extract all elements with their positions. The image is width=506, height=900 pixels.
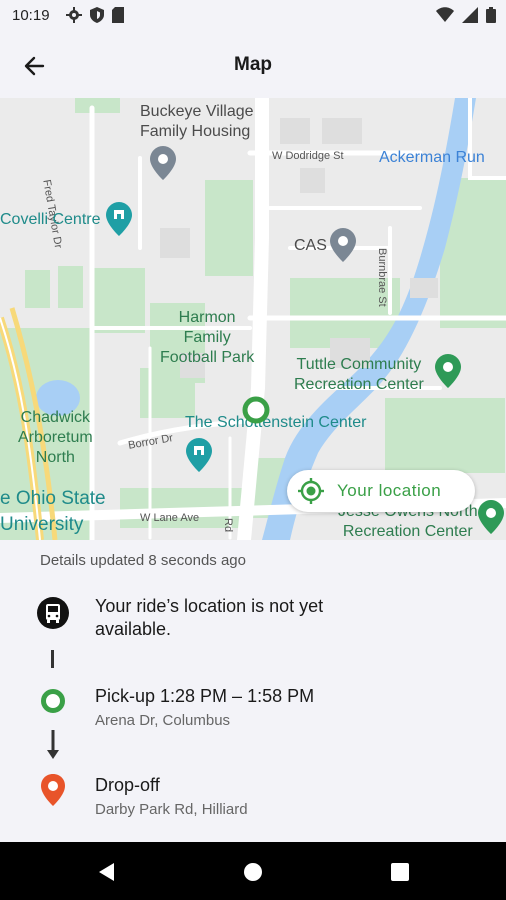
map-label-rd: Rd [222, 518, 234, 533]
pickup-address: Arena Dr, Columbus [95, 712, 231, 729]
page-title: Map [234, 54, 272, 75]
dropoff-title: Drop-off [95, 775, 160, 795]
map-label-ackerman-run: Ackerman Run [379, 149, 485, 166]
wifi-icon [436, 7, 454, 22]
map-pin-gray-icon[interactable] [330, 228, 356, 262]
signal-icon [462, 7, 478, 23]
map-pin-green-icon[interactable] [478, 500, 504, 534]
ride-details-panel: Details updated 8 seconds ago Your ride’… [0, 540, 506, 842]
nav-back-icon[interactable] [96, 861, 118, 883]
status-time: 10:19 [12, 7, 50, 24]
map-label-w-dodridge: W Dodridge St [272, 150, 344, 162]
status-bar: 10:19 [0, 0, 506, 32]
map-label-covelli: Covelli Centre [0, 211, 101, 228]
map-pin-green-icon[interactable] [435, 354, 461, 388]
map-pin-teal-icon[interactable] [106, 202, 132, 236]
map-label-w-lane: W Lane Ave [140, 512, 200, 524]
map-label-ohio-state: e Ohio State University [0, 488, 106, 535]
map-label-burnbrae: Burnbrae St [376, 248, 388, 307]
connector-line [51, 650, 54, 668]
ride-status-text: Your ride’s location is not yet availabl… [95, 596, 324, 639]
pickup-marker-icon[interactable] [242, 396, 270, 424]
battery-icon [486, 7, 496, 23]
app-bar: Map [0, 32, 506, 98]
nav-home-icon[interactable] [242, 861, 264, 883]
dropoff-pin-icon [41, 774, 65, 806]
map-label-chadwick: Chadwick Arboretum North [18, 409, 93, 466]
map-label-tuttle: Tuttle Community Recreation Center [294, 356, 424, 393]
shield-icon [90, 7, 104, 23]
map-pin-teal-icon[interactable] [186, 438, 212, 472]
system-nav-bar [0, 842, 506, 900]
sim-card-icon [112, 7, 124, 23]
map-label-harmon: Harmon Family Football Park [160, 309, 255, 366]
crosshair-icon [298, 478, 324, 504]
pickup-title: Pick-up 1:28 PM – 1:58 PM [95, 686, 315, 706]
your-location-label: Your location [337, 481, 442, 500]
bus-icon [37, 597, 69, 629]
pickup-circle-icon [41, 689, 65, 713]
map-label-buckeye-village: Buckeye Village Family Housing [140, 103, 254, 140]
dropoff-address: Darby Park Rd, Hilliard [95, 801, 248, 818]
details-updated-text: Details updated 8 seconds ago [40, 552, 246, 569]
your-location-button[interactable]: Your location [287, 470, 475, 512]
map-pin-gray-icon[interactable] [150, 146, 176, 180]
nav-recents-icon[interactable] [389, 861, 411, 883]
arrow-down-icon [47, 730, 59, 759]
map-label-cas: CAS [294, 237, 327, 254]
settings-icon [66, 7, 82, 23]
map-label-schottenstein: The Schottenstein Center [185, 414, 367, 431]
